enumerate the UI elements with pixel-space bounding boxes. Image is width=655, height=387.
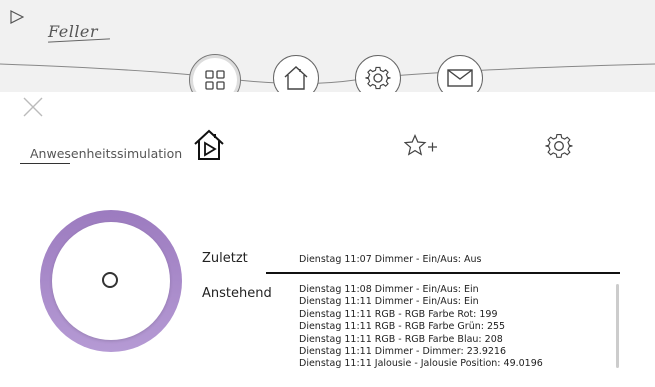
power-dot-icon (102, 272, 118, 288)
pending-label: Anstehend (202, 286, 272, 301)
gear-icon[interactable] (545, 132, 573, 160)
nav-line (0, 63, 655, 85)
pending-events-list[interactable]: Dienstag 11:08 Dimmer - Ein/Aus: Ein Die… (299, 284, 609, 384)
list-item: Dienstag 11:11 Dimmer - Ein/Aus: Ein (299, 296, 479, 308)
list-scrollbar[interactable] (616, 284, 619, 368)
house-icon (284, 66, 308, 90)
list-item: Dienstag 11:11 RGB - RGB Farbe Blau: 208 (299, 333, 503, 345)
last-label: Zuletzt (202, 251, 248, 266)
star-plus-icon[interactable] (404, 134, 438, 158)
list-item: Dienstag 11:11 RGB - RGB Farbe Grün: 255 (299, 321, 506, 333)
separator (266, 272, 620, 274)
last-event: Dienstag 11:07 Dimmer - Ein/Aus: Aus (299, 254, 482, 265)
house-play-icon[interactable] (192, 128, 226, 162)
close-icon[interactable] (22, 96, 44, 118)
envelope-icon (447, 69, 473, 87)
list-item: Dienstag 11:11 Dimmer - Dimmer: 23.9216 (299, 346, 506, 358)
list-item: Dienstag 11:11 RGB - RGB Farbe Rot: 199 (299, 308, 498, 320)
grid-icon (205, 70, 225, 90)
list-item: Dienstag 11:08 Dimmer - Ein/Aus: Ein (299, 284, 479, 295)
list-item: Dienstag 11:11 Jalousie - Jalousie Posit… (299, 358, 543, 370)
tab-underline (20, 163, 70, 164)
gear-icon (365, 66, 391, 90)
tab-presence-simulation[interactable]: Anwesenheitssimulation (30, 146, 182, 161)
